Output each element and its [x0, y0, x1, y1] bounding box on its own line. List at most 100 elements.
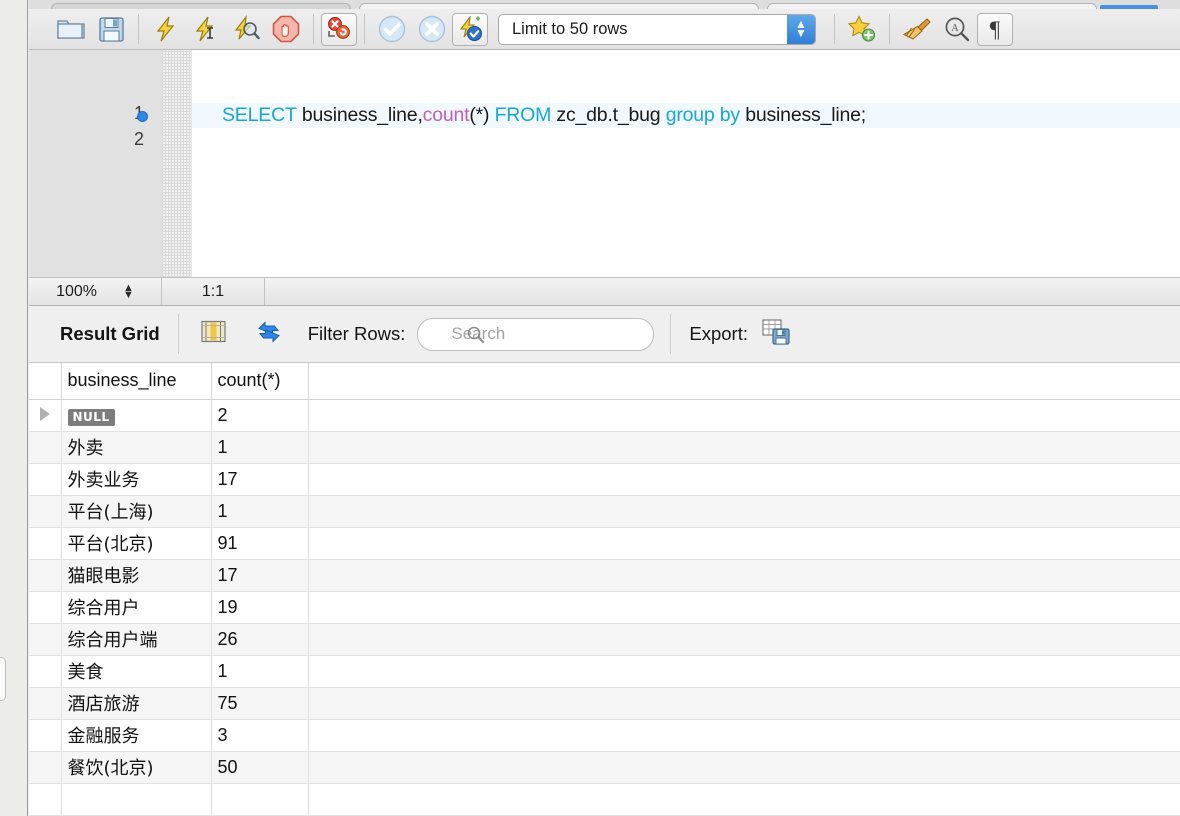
table-row[interactable]: 金融服务 3 [29, 719, 1180, 752]
cell-filler [308, 751, 1180, 784]
table-row[interactable]: 综合用户端 26 [29, 623, 1180, 656]
refresh-arrows-icon [256, 320, 282, 349]
folder-icon [56, 16, 86, 42]
cell-business-line[interactable]: 平台(上海) [61, 495, 212, 528]
find-button[interactable]: A [937, 11, 977, 47]
cell-count[interactable]: 1 [211, 495, 309, 528]
grid-columns-icon [201, 320, 226, 348]
row-marker-cell[interactable] [29, 655, 62, 688]
column-header-filler [308, 363, 1180, 400]
row-marker-cell[interactable] [29, 463, 62, 496]
refresh-button[interactable] [252, 317, 286, 351]
cell-business-line[interactable]: 外卖业务 [61, 463, 212, 496]
row-limit-stepper[interactable]: ▲ ▼ [787, 14, 815, 44]
table-row[interactable]: 餐饮(北京) 50 [29, 751, 1180, 784]
toggle-autocommit-button[interactable] [452, 12, 488, 46]
table-row[interactable]: 美食 1 [29, 655, 1180, 688]
cell-count[interactable]: 17 [211, 559, 309, 592]
table-row[interactable]: 猫眼电影 17 [29, 559, 1180, 592]
row-marker-cell[interactable] [29, 623, 62, 656]
cell-count[interactable]: 19 [211, 591, 309, 624]
cell-business-line [61, 783, 212, 816]
cell-business-line[interactable]: 美食 [61, 655, 212, 688]
cell-filler [308, 783, 1180, 816]
row-marker-cell[interactable] [29, 495, 62, 528]
cell-business-line[interactable]: 金融服务 [61, 719, 212, 752]
row-marker-cell[interactable] [29, 751, 62, 784]
table-row[interactable]: 酒店旅游 75 [29, 687, 1180, 720]
open-sql-script-button[interactable] [51, 11, 91, 47]
row-marker-cell[interactable] [29, 559, 62, 592]
grid-view-button[interactable] [197, 317, 231, 351]
editor-status-bar: 100% ▲ ▼ 1:1 [29, 277, 1180, 306]
blue-dot-icon[interactable] [137, 111, 148, 122]
row-marker-cell[interactable] [29, 687, 62, 720]
beautify-query-button[interactable] [842, 11, 882, 47]
cell-business-line[interactable]: 猫眼电影 [61, 559, 212, 592]
zoom-stepper[interactable]: ▲ ▼ [123, 283, 134, 300]
table-row[interactable]: 平台(北京) 91 [29, 527, 1180, 560]
cell-count[interactable]: 3 [211, 719, 309, 752]
export-button[interactable] [759, 317, 793, 351]
row-marker-cell[interactable] [29, 591, 62, 624]
row-marker-cell[interactable] [29, 527, 62, 560]
row-marker-cell[interactable] [29, 399, 62, 432]
toggle-invisible-chars-button[interactable]: ¶ [977, 12, 1013, 46]
editor-zoom-control[interactable]: 100% ▲ ▼ [29, 278, 162, 305]
cell-business-line[interactable]: 综合用户端 [61, 623, 212, 656]
stop-hand-icon [272, 15, 300, 43]
magnifier-icon [468, 326, 485, 343]
sql-code-line[interactable]: SELECT business_line, count (*) FROM zc_db… [192, 103, 1180, 128]
svg-text:A: A [951, 23, 959, 34]
cell-count[interactable]: 1 [211, 655, 309, 688]
explain-statement-button[interactable] [226, 11, 266, 47]
toolbar-separator [834, 14, 835, 44]
export-label: Export: [689, 323, 748, 344]
cell-business-line[interactable]: 平台(北京) [61, 527, 212, 560]
execute-current-statement-button[interactable] [186, 11, 226, 47]
column-header-business-line[interactable]: business_line [61, 363, 212, 400]
row-marker-header [29, 363, 62, 400]
table-row[interactable]: 平台(上海) 1 [29, 495, 1180, 528]
editor-gutter[interactable]: 1 2 [29, 50, 162, 277]
editor-gutter-edge [191, 50, 192, 277]
cell-count[interactable]: 91 [211, 527, 309, 560]
cell-count[interactable]: 17 [211, 463, 309, 496]
cell-business-line[interactable]: NULL [61, 399, 212, 432]
cell-count[interactable]: 1 [211, 431, 309, 464]
cell-business-line[interactable]: 餐饮(北京) [61, 751, 212, 784]
save-sql-script-button[interactable] [91, 11, 131, 47]
table-row[interactable]: 综合用户 19 [29, 591, 1180, 624]
cell-business-line[interactable]: 酒店旅游 [61, 687, 212, 720]
table-row[interactable]: 外卖 1 [29, 431, 1180, 464]
row-marker-cell[interactable] [29, 431, 62, 464]
cell-count[interactable]: 75 [211, 687, 309, 720]
row-marker-cell [29, 783, 62, 816]
cell-business-line[interactable]: 外卖 [61, 431, 212, 464]
svg-text:¶: ¶ [990, 17, 1001, 42]
rollback-button[interactable] [412, 11, 452, 47]
cell-count[interactable]: 2 [211, 399, 309, 432]
execute-statement-button[interactable] [146, 11, 186, 47]
cell-count[interactable]: 50 [211, 751, 309, 784]
sql-editor[interactable]: 1 2 SELECT business_line,count(*) FROM z… [29, 50, 1180, 277]
cell-count[interactable]: 26 [211, 623, 309, 656]
commit-button[interactable] [372, 11, 412, 47]
row-limit-dropdown[interactable]: Limit to 50 rows ▲ ▼ [498, 13, 816, 45]
cell-filler [308, 591, 1180, 624]
column-header-count[interactable]: count(*) [211, 363, 309, 400]
toolbar-separator [138, 14, 139, 44]
row-marker-cell[interactable] [29, 719, 62, 752]
result-grid[interactable]: business_line count(*) NULL 2 外卖 1 外卖业务 17 平台(… [29, 363, 1180, 816]
stop-statement-button[interactable] [266, 11, 306, 47]
floppy-disk-icon [98, 16, 125, 43]
toggle-autocompletion-button[interactable] [897, 11, 937, 47]
cell-business-line[interactable]: 综合用户 [61, 591, 212, 624]
table-row[interactable]: 外卖业务 17 [29, 463, 1180, 496]
sidebar-collapse-handle[interactable] [0, 657, 6, 701]
toggle-stop-on-error-button[interactable] [321, 12, 357, 46]
table-row[interactable]: NULL 2 [29, 399, 1180, 432]
mysql-workbench-window: Limit to 50 rows ▲ ▼ A ¶ 2 SELECT busine… [0, 0, 1180, 816]
filter-rows-input[interactable]: Search [417, 317, 655, 351]
magnifier-a-icon: A [943, 15, 971, 43]
